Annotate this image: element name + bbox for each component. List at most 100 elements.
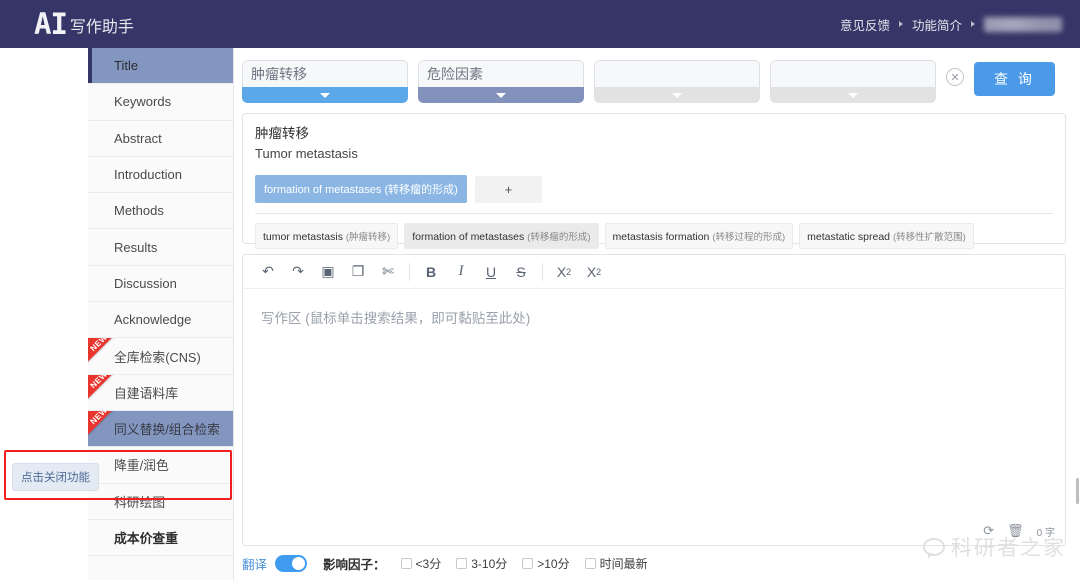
redo-icon[interactable]: ↷ — [283, 259, 313, 285]
filter-if-under3[interactable]: <3分 — [400, 555, 442, 572]
translate-label[interactable]: 翻译 — [242, 554, 267, 573]
translate-toggle[interactable] — [275, 555, 308, 572]
search-field-2[interactable]: 危险因素 — [418, 60, 584, 103]
search-field-1[interactable]: 肿瘤转移 — [242, 60, 408, 103]
sidebar-item-label: Introduction — [114, 167, 182, 183]
account-blurred[interactable] — [984, 16, 1062, 32]
italic-icon[interactable]: I — [446, 259, 476, 285]
left-gutter — [0, 48, 88, 580]
suggestion-en: metastasis formation — [612, 231, 710, 244]
subscript-icon[interactable]: X2 — [549, 259, 579, 285]
sidebar-item-keywords[interactable]: Keywords — [88, 84, 233, 121]
nav-feedback[interactable]: 意见反馈 — [840, 15, 890, 34]
selected-term-chip[interactable]: formation of metastases (转移瘤的形成) — [255, 175, 467, 204]
app-header: AI 写作助手 意见反馈 功能简介 — [0, 0, 1080, 48]
sidebar-item-research-drawing[interactable]: 科研绘图 — [88, 483, 233, 520]
search-input-3[interactable] — [594, 60, 760, 87]
suggestion-chip-2[interactable]: formation of metastases (转移瘤的形成) — [404, 223, 599, 250]
sidebar-item-label: Title — [114, 58, 139, 74]
app-body: Title Keywords Abstract Introduction Met… — [0, 48, 1080, 580]
search-dropdown-3[interactable] — [594, 87, 760, 103]
editor-panel: ↶ ↷ ▣ ❐ ✄ B I U S X2 X2 写作区 (鼠标单击搜索结果，即可… — [242, 254, 1066, 546]
filter-latest-time[interactable]: 时间最新 — [584, 555, 648, 572]
underline-icon[interactable]: U — [476, 259, 506, 285]
sidebar-item-reduce-plagiarism[interactable]: 降重/润色 — [88, 447, 233, 484]
undo-icon[interactable]: ↶ — [253, 259, 283, 285]
sidebar-item-introduction[interactable]: Introduction — [88, 156, 233, 194]
suggestion-chip-1[interactable]: tumor metastasis (肿瘤转移) — [255, 223, 399, 250]
filter-label: <3分 — [415, 557, 442, 571]
filter-if-over10[interactable]: >10分 — [522, 555, 570, 572]
divider — [409, 262, 410, 281]
copy-icon[interactable]: ❐ — [343, 259, 373, 285]
sidebar-item-label: Abstract — [114, 130, 162, 146]
subscript-base: X — [556, 263, 567, 280]
close-circle-icon[interactable]: ✕ — [946, 68, 964, 86]
sidebar-item-synonym-combo-search[interactable]: NEW 同义替换/组合检索 — [88, 410, 233, 448]
superscript-icon[interactable]: X2 — [579, 259, 609, 285]
editor-placeholder[interactable]: 写作区 (鼠标单击搜索结果，即可黏贴至此处) — [243, 289, 1065, 345]
search-field-3[interactable] — [594, 60, 760, 103]
search-input-2[interactable]: 危险因素 — [418, 60, 584, 87]
trash-icon[interactable]: 🗑 — [1007, 523, 1024, 539]
chevron-right-icon-2 — [971, 21, 975, 27]
suggestion-en: formation of metastases — [412, 231, 525, 244]
sidebar-item-label: 全库检索(CNS) — [114, 349, 201, 365]
suggestion-chip-4[interactable]: metastatic spread (转移性扩散范围) — [799, 223, 974, 250]
sidebar-item-methods[interactable]: Methods — [88, 193, 233, 230]
checkbox-icon[interactable] — [456, 558, 468, 569]
checkbox-icon[interactable] — [584, 558, 596, 569]
sidebar-item-abstract[interactable]: Abstract — [88, 120, 233, 157]
nav-features[interactable]: 功能简介 — [912, 15, 962, 34]
sidebar-item-custom-corpus[interactable]: NEW 自建语料库 — [88, 374, 233, 411]
sidebar-item-label: 自建语料库 — [114, 385, 178, 401]
query-button[interactable]: 查 询 — [974, 62, 1055, 96]
close-feature-button[interactable]: 点击关闭功能 — [12, 463, 99, 491]
logo-cn-text: 写作助手 — [69, 19, 134, 37]
sidebar-item-full-database-search[interactable]: NEW 全库检索(CNS) — [88, 338, 233, 375]
restore-icon[interactable]: ⟳ — [983, 523, 994, 539]
search-field-4[interactable] — [770, 60, 936, 103]
bold-icon[interactable]: B — [416, 259, 446, 285]
search-dropdown-1[interactable] — [242, 87, 408, 103]
editor-footer: ⟳ 🗑 0 字 — [983, 523, 1055, 539]
suggestion-cn: (转移瘤的形成) — [527, 232, 591, 244]
strikethrough-icon[interactable]: S — [506, 259, 536, 285]
suggestion-en: metastatic spread — [807, 231, 891, 244]
sidebar-item-label: 成本价查重 — [114, 531, 178, 546]
bottom-filter-bar: 翻译 影响因子： <3分 3-10分 >10分 时间最新 — [242, 554, 1066, 573]
cut-icon[interactable]: ✄ — [373, 259, 403, 285]
sidebar-item-acknowledge[interactable]: Acknowledge — [88, 302, 233, 339]
select-all-icon[interactable]: ▣ — [313, 259, 343, 285]
checkbox-icon[interactable] — [400, 558, 412, 569]
header-nav: 意见反馈 功能简介 — [840, 15, 1062, 34]
sidebar-item-title[interactable]: Title — [88, 48, 233, 85]
filter-if-3to10[interactable]: 3-10分 — [456, 555, 507, 572]
logo-ai-text: AI — [34, 6, 68, 41]
suggestion-cn: (肿瘤转移) — [345, 232, 391, 244]
superscript-mark: 2 — [596, 266, 602, 277]
search-input-1[interactable]: 肿瘤转移 — [242, 60, 408, 87]
sidebar-item-label: Keywords — [114, 94, 172, 110]
selected-chip-row: formation of metastases (转移瘤的形成) + — [255, 175, 1053, 204]
search-dropdown-4[interactable] — [770, 87, 936, 103]
sidebar-item-results[interactable]: Results — [88, 229, 233, 266]
chevron-down-icon — [848, 92, 858, 98]
add-term-button[interactable]: + — [474, 175, 543, 203]
search-input-4[interactable] — [770, 60, 936, 87]
suggestion-chip-3[interactable]: metastasis formation (转移过程的形成) — [604, 223, 794, 250]
app-logo: AI 写作助手 — [34, 6, 134, 41]
scrollbar-thumb[interactable] — [1076, 478, 1079, 504]
search-dropdown-2[interactable] — [418, 87, 584, 103]
sidebar: Title Keywords Abstract Introduction Met… — [88, 48, 234, 580]
chevron-down-icon — [320, 92, 330, 98]
sidebar-item-label: 科研绘图 — [114, 494, 166, 510]
impact-factor-label: 影响因子： — [323, 558, 386, 572]
suggestion-cn: (转移过程的形成) — [712, 232, 786, 244]
sidebar-item-discussion[interactable]: Discussion — [88, 265, 233, 303]
checkbox-icon[interactable] — [522, 558, 534, 569]
result-title-cn: 肿瘤转移 — [255, 126, 309, 141]
divider — [542, 262, 543, 281]
sidebar-item-cost-price-check[interactable]: 成本价查重 — [88, 519, 233, 557]
sidebar-item-label: 同义替换/组合检索 — [114, 422, 220, 438]
